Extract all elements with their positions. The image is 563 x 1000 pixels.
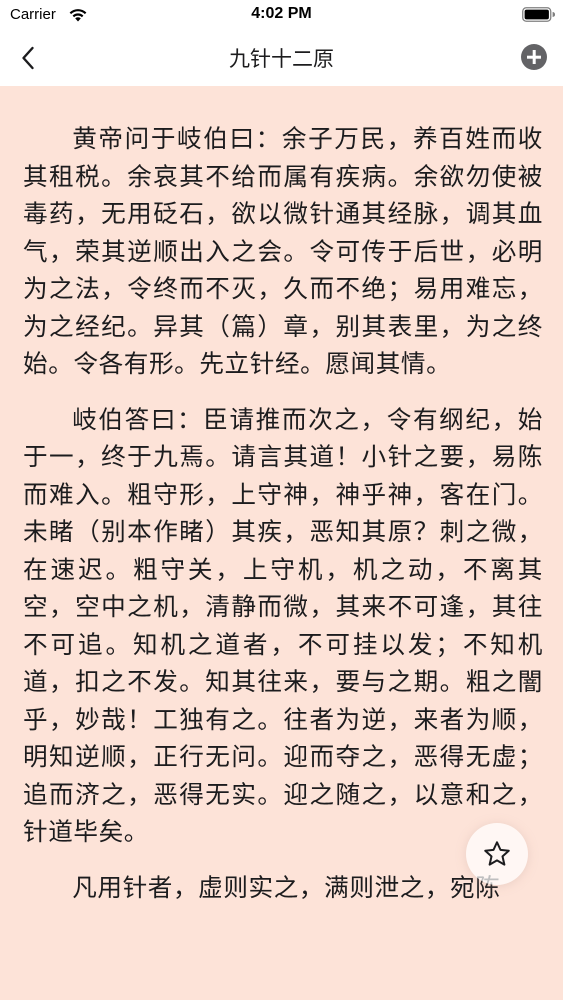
clock-time: 4:02 PM [251,5,312,22]
back-button[interactable] [12,42,44,74]
battery-icon [522,7,555,22]
add-button[interactable] [521,44,547,70]
text-paragraph: 凡用针者，虚则实之，满则泄之，宛陈 [72,872,501,902]
navigation-bar: 九针十二原 [0,30,563,86]
page-title: 九针十二原 [229,47,334,71]
text-paragraph: 黄帝问于岐伯曰：余子万民，养百姓而收其租税。余哀其不给而属有疾病。余欲勿使被毒药… [23,124,543,378]
star-outline-icon [484,841,510,866]
chevron-left-icon [22,46,34,70]
status-bar: Carrier 4:02 PM [0,0,563,30]
favorite-button[interactable] [466,823,528,885]
reading-content: 黄帝问于岐伯曰：余子万民，养百姓而收其租税。余哀其不给而属有疾病。余欲勿使被毒药… [23,86,543,1000]
text-paragraph: 岐伯答曰：臣请推而次之，令有纲纪，始于一，终于九焉。请言其道！小针之要，易陈而难… [23,404,543,847]
